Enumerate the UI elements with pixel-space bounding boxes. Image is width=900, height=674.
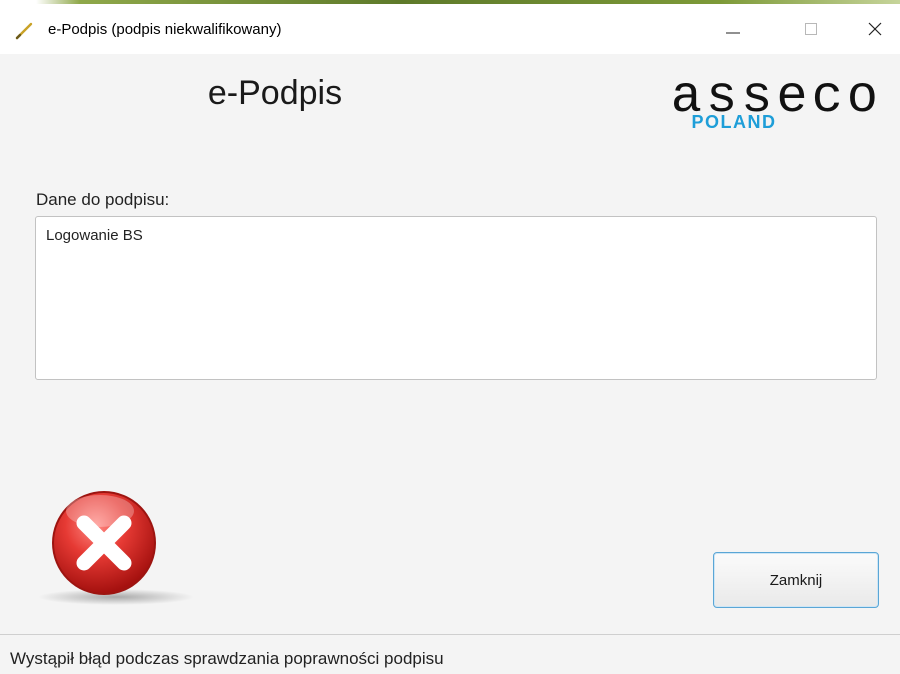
logo-subtitle: POLAND	[691, 112, 777, 132]
signature-window: e-Podpis (podpis niekwalifikowany) e-Pod…	[0, 0, 900, 674]
page-title: e-Podpis	[207, 74, 343, 112]
data-to-sign-field[interactable]: Logowanie BS	[35, 216, 877, 380]
close-window-button[interactable]	[852, 4, 898, 54]
window-title: e-Podpis (podpis niekwalifikowany)	[48, 21, 282, 38]
asseco-logo: asseco POLAND	[582, 70, 882, 144]
title-bar[interactable]: e-Podpis (podpis niekwalifikowany)	[0, 4, 900, 54]
close-icon	[868, 22, 882, 36]
minimize-button[interactable]	[710, 4, 756, 54]
close-button[interactable]: Zamknij	[713, 552, 879, 608]
pen-icon	[14, 21, 34, 41]
minimize-icon	[726, 32, 740, 34]
maximize-button[interactable]	[788, 4, 834, 54]
maximize-icon	[805, 23, 817, 35]
status-message: Wystąpił błąd podczas sprawdzania popraw…	[10, 649, 444, 668]
status-bar: Wystąpił błąd podczas sprawdzania popraw…	[0, 634, 900, 674]
error-x-icon	[36, 487, 196, 607]
data-to-sign-label: Dane do podpisu:	[36, 190, 170, 209]
